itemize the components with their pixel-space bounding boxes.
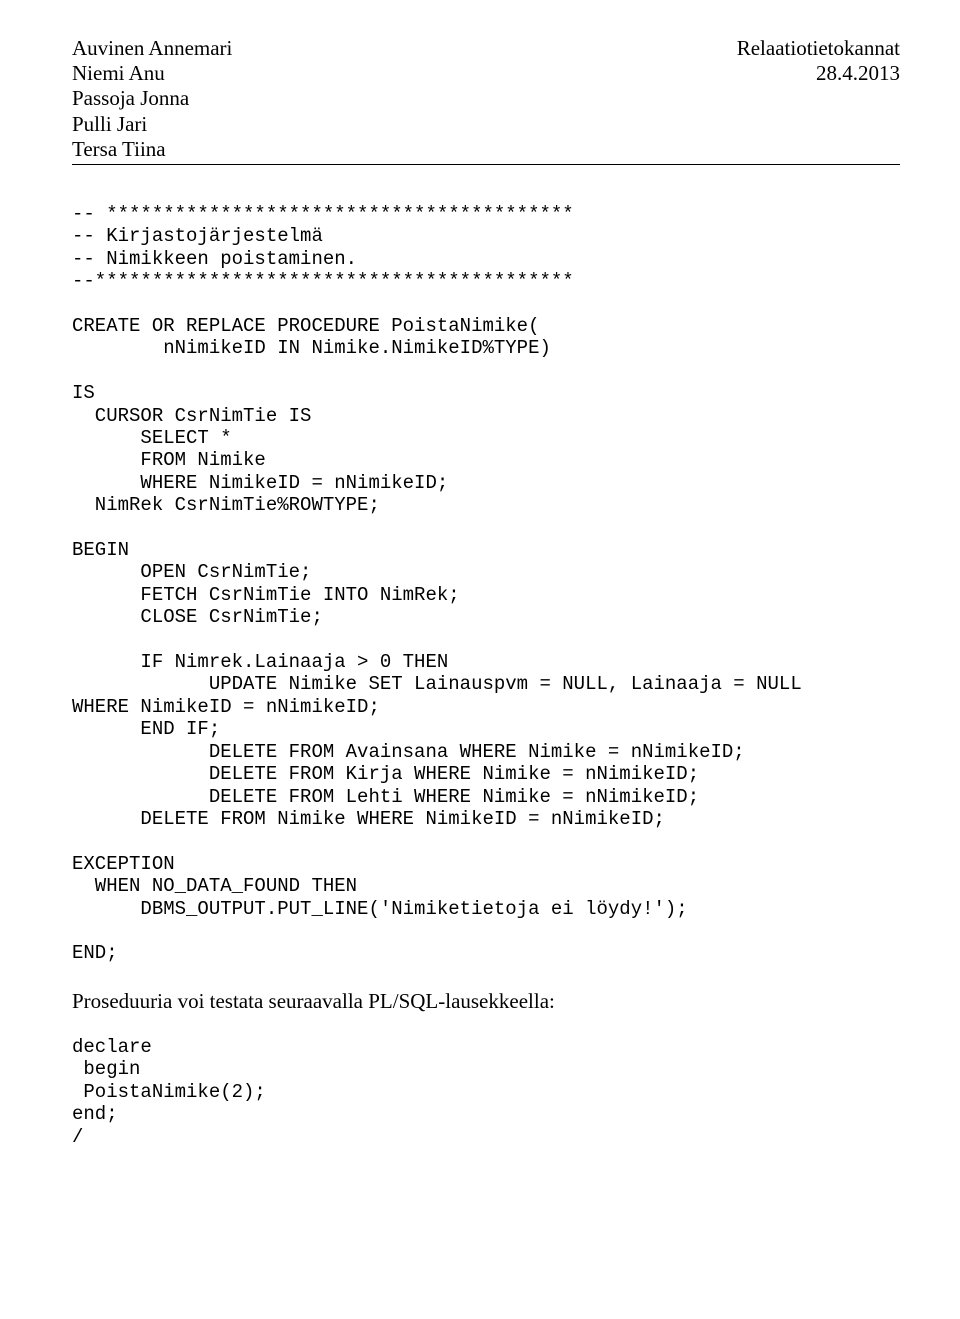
code-block-test: declare begin PoistaNimike(2); end; /: [72, 1036, 900, 1148]
author-line: Pulli Jari: [72, 112, 232, 137]
course-name: Relaatiotietokannat: [737, 36, 900, 61]
document-date: 28.4.2013: [737, 61, 900, 86]
document-header: Auvinen Annemari Niemi Anu Passoja Jonna…: [72, 36, 900, 162]
code-block-main: -- *************************************…: [72, 203, 900, 965]
author-line: Niemi Anu: [72, 61, 232, 86]
header-divider: [72, 164, 900, 165]
body-paragraph: Proseduuria voi testata seuraavalla PL/S…: [72, 989, 900, 1014]
author-line: Auvinen Annemari: [72, 36, 232, 61]
author-line: Passoja Jonna: [72, 86, 232, 111]
header-meta: Relaatiotietokannat 28.4.2013: [737, 36, 900, 86]
author-list: Auvinen Annemari Niemi Anu Passoja Jonna…: [72, 36, 232, 162]
document-page: Auvinen Annemari Niemi Anu Passoja Jonna…: [0, 0, 960, 1208]
author-line: Tersa Tiina: [72, 137, 232, 162]
